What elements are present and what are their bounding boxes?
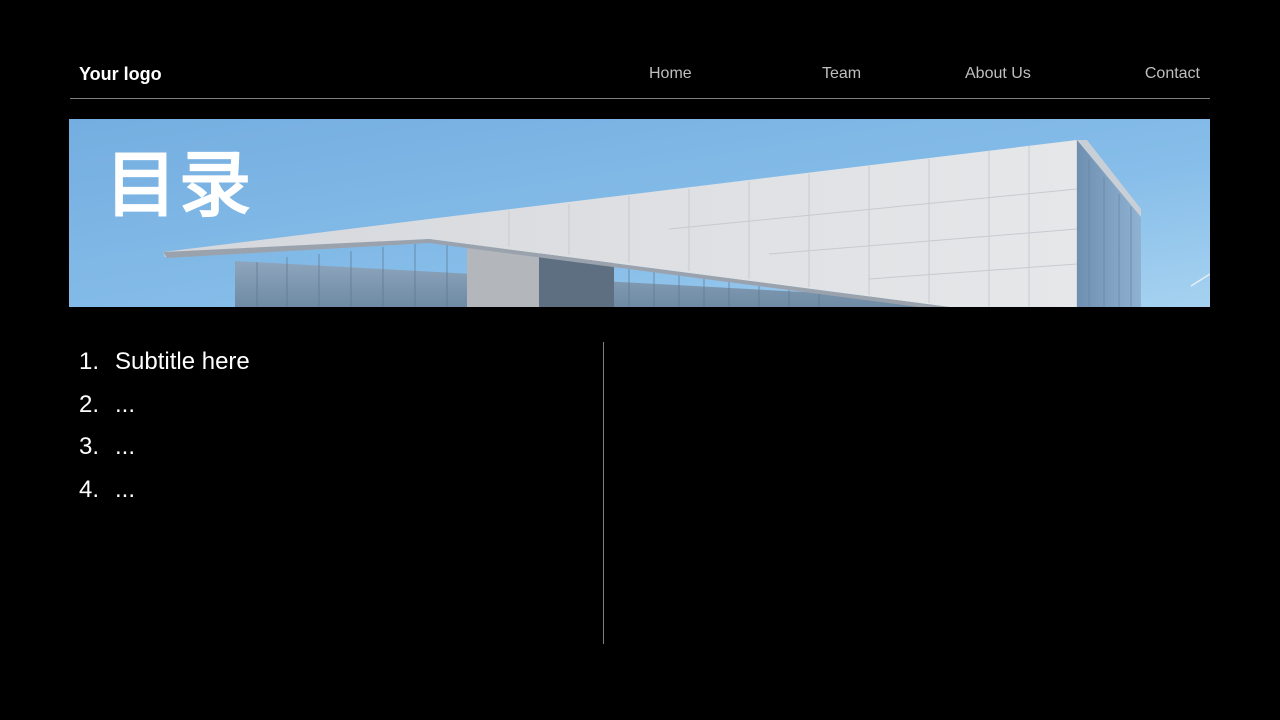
- toc-label: ...: [115, 475, 136, 503]
- table-of-contents: 1. Subtitle here 2. ... 3. ... 4. ...: [79, 345, 250, 515]
- toc-item[interactable]: 4. ...: [79, 473, 250, 516]
- banner-title: 目录: [105, 143, 254, 227]
- nav-contact-link[interactable]: Contact: [1145, 64, 1200, 84]
- toc-number: 1.: [79, 348, 100, 375]
- header-divider: [70, 98, 1210, 99]
- hero-banner: 目录: [69, 119, 1210, 307]
- toc-number: 4.: [79, 475, 100, 503]
- toc-item[interactable]: 3. ...: [79, 430, 250, 473]
- nav-team-link[interactable]: Team: [822, 64, 861, 84]
- toc-label: Subtitle here: [115, 348, 250, 375]
- logo[interactable]: Your logo: [79, 62, 162, 86]
- toc-item[interactable]: 1. Subtitle here: [79, 345, 250, 388]
- nav-about-us-link[interactable]: About Us: [965, 64, 1031, 84]
- vertical-divider: [603, 342, 604, 644]
- toc-number: 2.: [79, 390, 100, 418]
- toc-number: 3.: [79, 433, 100, 460]
- toc-label: ...: [115, 433, 136, 460]
- toc-item[interactable]: 2. ...: [79, 388, 250, 431]
- nav-home-link[interactable]: Home: [649, 64, 692, 84]
- toc-label: ...: [115, 390, 136, 418]
